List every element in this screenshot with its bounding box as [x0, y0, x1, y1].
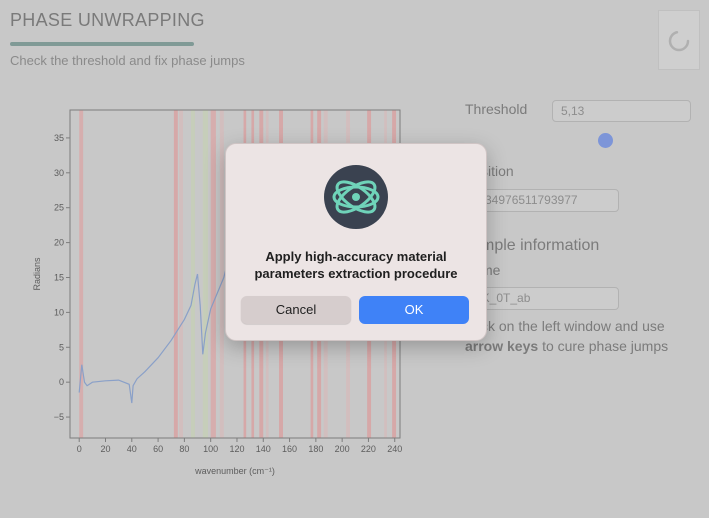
y-axis-label: Radians — [32, 257, 42, 291]
instructions-line1: ck on the left window and use — [481, 318, 665, 334]
y-tick-label: 25 — [54, 203, 64, 213]
y-tick-label: 30 — [54, 168, 64, 178]
page-title: PHASE UNWRAPPING — [10, 10, 205, 30]
position-input[interactable]: 1,34976511793977 — [466, 189, 619, 212]
ok-button[interactable]: OK — [359, 296, 469, 324]
cancel-button[interactable]: Cancel — [241, 296, 351, 324]
instructions-line2: arrow keys to cure phase jumps — [465, 338, 668, 354]
y-tick-label: 0 — [59, 377, 64, 387]
x-tick-label: 80 — [179, 444, 189, 454]
highlight-band — [210, 110, 216, 438]
x-tick-label: 40 — [127, 444, 137, 454]
highlight-band — [173, 110, 178, 438]
name-input[interactable]: 2K_0T_ab — [466, 287, 619, 310]
x-tick-label: 180 — [308, 444, 323, 454]
x-tick-label: 100 — [203, 444, 218, 454]
page-subtitle: Check the threshold and fix phase jumps — [10, 53, 245, 68]
dialog-message: Apply high-accuracy material parameters … — [226, 248, 486, 282]
x-tick-label: 200 — [335, 444, 350, 454]
x-tick-label: 60 — [153, 444, 163, 454]
y-tick-label: 10 — [54, 307, 64, 317]
y-tick-label: 20 — [54, 238, 64, 248]
x-tick-label: 120 — [229, 444, 244, 454]
sample-info-heading: mple information — [481, 237, 600, 254]
spinner-panel — [658, 10, 700, 70]
y-tick-label: −5 — [54, 412, 64, 422]
threshold-slider-handle[interactable] — [598, 133, 613, 148]
x-tick-label: 220 — [361, 444, 376, 454]
y-tick-label: 15 — [54, 272, 64, 282]
highlight-band — [219, 110, 224, 438]
atom-app-icon — [324, 165, 388, 229]
x-tick-label: 140 — [256, 444, 271, 454]
x-tick-label: 20 — [100, 444, 110, 454]
instructions-rest: to cure phase jumps — [542, 338, 669, 354]
dialog-message-line2: parameters extraction procedure — [254, 266, 458, 281]
loading-spinner-icon — [668, 30, 690, 52]
y-tick-label: 35 — [54, 133, 64, 143]
confirm-dialog: Apply high-accuracy material parameters … — [225, 143, 487, 341]
threshold-input[interactable]: 5,13 — [552, 100, 691, 122]
threshold-label: Threshold — [465, 101, 528, 117]
dialog-message-line1: Apply high-accuracy material — [265, 249, 447, 264]
highlight-band — [179, 110, 184, 438]
x-tick-label: 160 — [282, 444, 297, 454]
y-axis: −5 0 5 10 15 20 25 30 35 — [54, 133, 70, 422]
y-tick-label: 5 — [59, 342, 64, 352]
title-underline — [10, 42, 194, 46]
x-tick-label: 0 — [77, 444, 82, 454]
x-axis-label: wavenumber (cm⁻¹) — [194, 466, 275, 476]
x-axis: 0 20 40 60 80 100 120 140 160 180 200 220 240 — [77, 438, 402, 454]
x-tick-label: 240 — [387, 444, 402, 454]
highlight-band — [202, 110, 209, 438]
highlight-band — [190, 110, 195, 438]
